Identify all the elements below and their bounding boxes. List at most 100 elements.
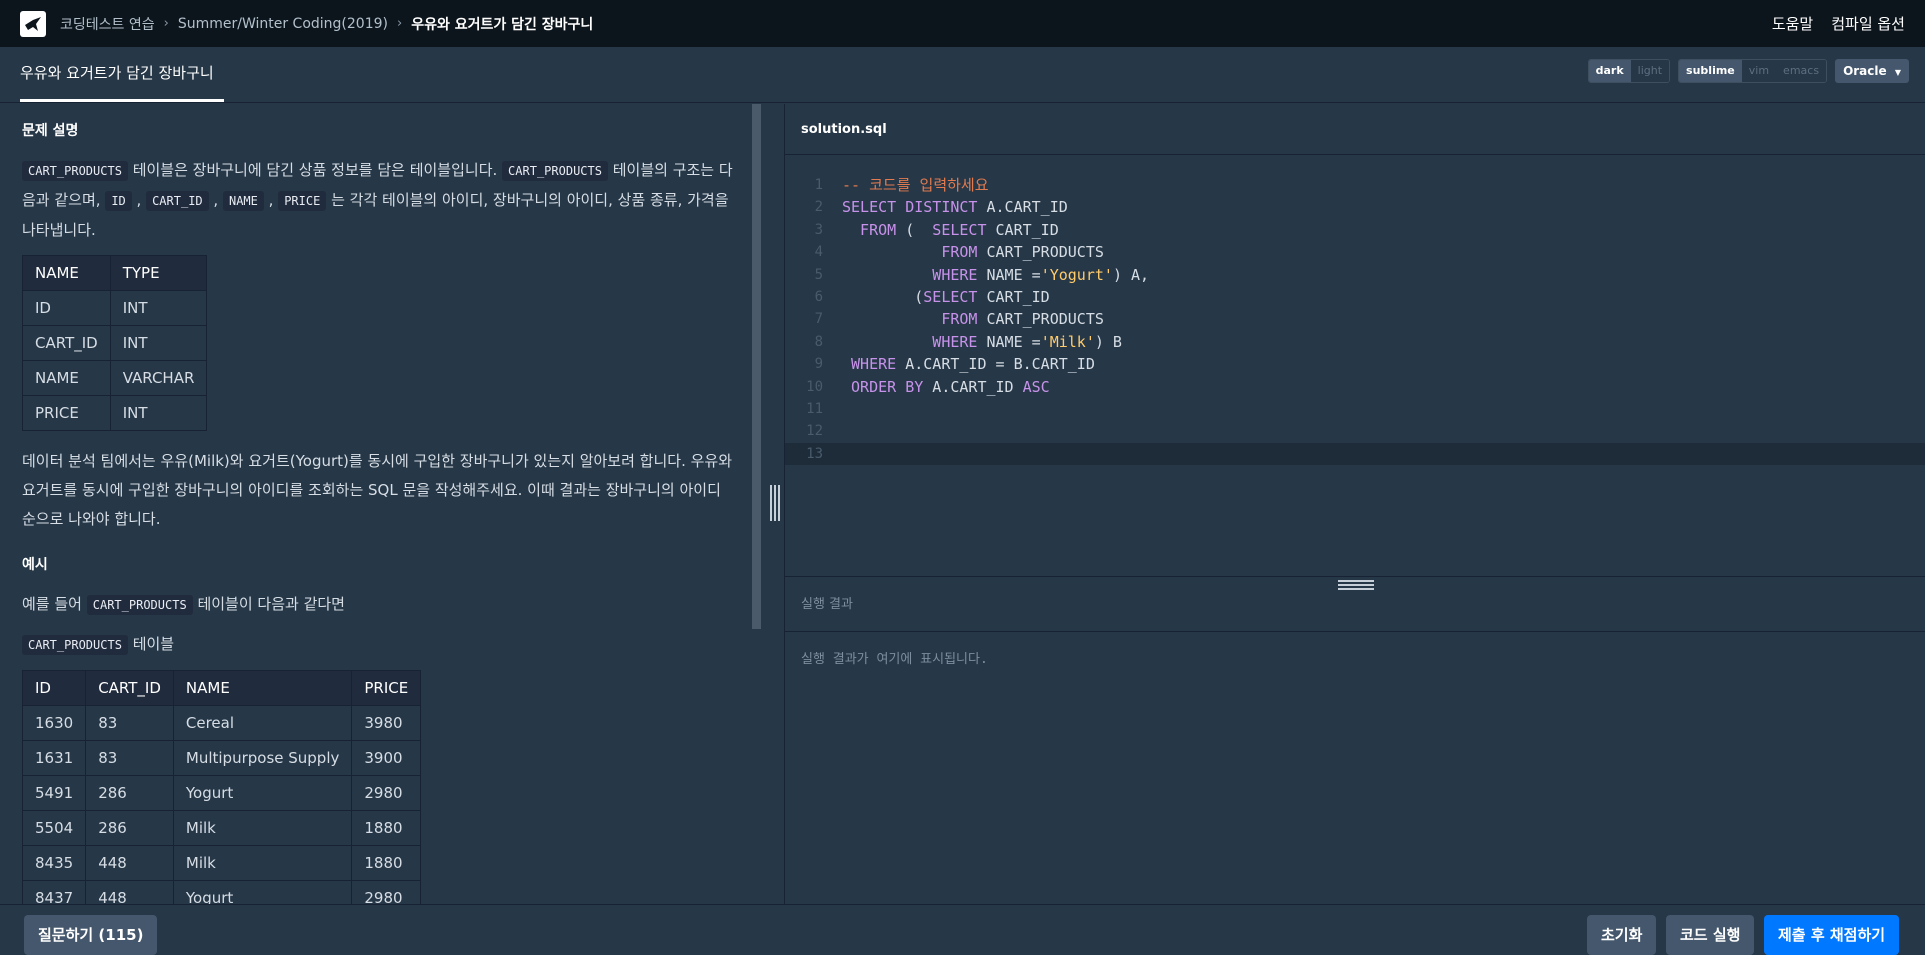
panel-resize-handle[interactable] (770, 485, 780, 521)
table-row: 8435 448 Milk 1880 (21, 845, 422, 881)
theme-light-button[interactable]: light (1630, 60, 1670, 82)
inline-code: CART_ID (146, 191, 209, 211)
line-number: 9 (814, 356, 823, 373)
result-resize-handle[interactable] (1338, 580, 1374, 590)
text: 테이블 (127, 635, 175, 653)
table-row: NAME VARCHAR (22, 360, 208, 396)
table-header: TYPE (109, 255, 208, 291)
inline-code: CART_PRODUCTS (22, 635, 128, 655)
line-number: 5 (814, 266, 823, 283)
table-row: PRICE INT (22, 395, 208, 431)
line-number: 2 (814, 199, 823, 216)
keymap-emacs-button[interactable]: emacs (1776, 60, 1827, 82)
code-line: 11 (785, 398, 1925, 420)
code-text: A.CART_ID (923, 377, 1023, 396)
code-line: 1 -- 코드를 입력하세요 (785, 174, 1925, 196)
code-keyword: FROM (842, 220, 897, 239)
code-keyword: WHERE (842, 332, 978, 351)
breadcrumb-category[interactable]: Summer/Winter Coding(2019) (178, 16, 388, 32)
table-cell: VARCHAR (109, 360, 208, 396)
table-row: 5504 286 Milk 1880 (21, 810, 422, 846)
editor-panel: solution.sql 1 -- 코드를 입력하세요 2 SELECT DISTI… (785, 104, 1925, 904)
code-text: A.CART_ID = B.CART_ID (896, 355, 1095, 374)
submit-button[interactable]: 제출 후 채점하기 (1764, 915, 1900, 955)
help-link[interactable]: 도움말 (1772, 13, 1813, 34)
editor-filename: solution.sql (785, 104, 1925, 155)
keymap-vim-button[interactable]: vim (1741, 60, 1777, 82)
problem-description-panel: 문제 설명 CART_PRODUCTS 테이블은 장바구니에 담긴 상품 정보를… (0, 104, 760, 904)
code-keyword: FROM (842, 243, 978, 262)
line-number: 12 (806, 423, 823, 440)
code-editor[interactable]: 1 -- 코드를 입력하세요 2 SELECT DISTINCT A.CART_ID… (785, 174, 1925, 466)
reset-button[interactable]: 초기화 (1587, 915, 1657, 955)
code-line: 4 FROM CART_PRODUCTS (785, 241, 1925, 263)
compile-options-link[interactable]: 컴파일 옵션 (1831, 13, 1905, 34)
text: , (131, 191, 147, 209)
bottom-action-bar: 질문하기 (115) 초기화 코드 실행 제출 후 채점하기 (0, 904, 1925, 955)
line-number: 4 (814, 244, 823, 261)
code-line-active: 13 (785, 442, 1925, 466)
top-navigation-bar: 코딩테스트 연습 › Summer/Winter Coding(2019) › … (0, 0, 1925, 47)
table-cell: 83 (85, 705, 174, 741)
table-cell: Milk (172, 845, 353, 881)
result-output: 실행 결과가 여기에 표시됩니다. (801, 652, 988, 667)
table-cell: 8435 (21, 845, 87, 881)
code-text: ( (896, 220, 924, 239)
keymap-sublime-button[interactable]: sublime (1679, 60, 1742, 82)
code-line: 9 WHERE A.CART_ID = B.CART_ID (785, 353, 1925, 375)
result-divider (785, 631, 1925, 632)
caret-down-icon: ▼ (1894, 68, 1901, 77)
code-text: CART_PRODUCTS (977, 310, 1104, 329)
code-line: 7 FROM CART_PRODUCTS (785, 308, 1925, 330)
tab-problem-title[interactable]: 우유와 요거트가 담긴 장바구니 (20, 47, 224, 102)
language-select[interactable]: Oracle ▼ (1835, 59, 1909, 83)
table-header: CART_ID (85, 670, 174, 706)
example-heading: 예시 (22, 557, 48, 573)
breadcrumb-coding-test[interactable]: 코딩테스트 연습 (60, 14, 155, 34)
language-select-value: Oracle (1843, 64, 1887, 78)
code-text: CART_ID (977, 287, 1050, 306)
table-header: PRICE (351, 670, 422, 706)
line-number: 1 (814, 177, 823, 193)
code-text: A.CART_ID (977, 198, 1068, 217)
code-keyword: SELECT DISTINCT (842, 198, 978, 217)
code-line: 2 SELECT DISTINCT A.CART_ID (785, 196, 1925, 218)
table-cell: 3980 (351, 705, 422, 741)
table-header: NAME (22, 255, 111, 291)
code-line: 6 (SELECT CART_ID (785, 286, 1925, 308)
chevron-right-icon: › (163, 16, 169, 31)
table-cell: CART_ID (22, 325, 111, 361)
code-line: 3 FROM ( SELECT CART_ID (785, 219, 1925, 241)
code-text: CART_PRODUCTS (977, 243, 1104, 262)
ask-question-button[interactable]: 질문하기 (115) (24, 915, 158, 955)
programmers-logo-icon[interactable] (20, 10, 46, 37)
code-text: ) B (1094, 332, 1122, 351)
code-text: CART_ID (986, 220, 1059, 239)
table-cell: Yogurt (172, 880, 353, 904)
line-number: 7 (814, 311, 823, 328)
table-header: ID (21, 670, 87, 706)
editor-result-divider (785, 576, 1925, 577)
table-cell: 3900 (351, 740, 422, 776)
table-cell: 5491 (21, 775, 87, 811)
table-row: 1630 83 Cereal 3980 (21, 705, 422, 741)
table-cell: ID (22, 290, 111, 326)
code-keyword: SELECT (923, 220, 987, 239)
chevron-right-icon: › (397, 16, 403, 31)
inline-code: ID (105, 191, 132, 211)
line-number: 8 (814, 333, 823, 350)
description-scrollbar[interactable] (752, 104, 761, 629)
breadcrumb-current-problem: 우유와 요거트가 담긴 장바구니 (411, 16, 594, 33)
table-cell: 1631 (21, 740, 87, 776)
table-cell: INT (109, 290, 208, 326)
inline-code: PRICE (278, 191, 327, 211)
table-row: ID INT (22, 290, 208, 326)
result-heading: 실행 결과 (801, 597, 853, 612)
code-text: ) A, (1112, 265, 1150, 284)
code-comment: -- 코드를 입력하세요 (842, 176, 989, 194)
run-code-button[interactable]: 코드 실행 (1666, 915, 1755, 955)
problem-paragraph-1: CART_PRODUCTS 테이블은 장바구니에 담긴 상품 정보를 담은 테이… (22, 156, 738, 245)
theme-dark-button[interactable]: dark (1588, 60, 1631, 82)
table-label: CART_PRODUCTS 테이블 (22, 630, 738, 660)
text: 예를 들어 (22, 595, 87, 613)
